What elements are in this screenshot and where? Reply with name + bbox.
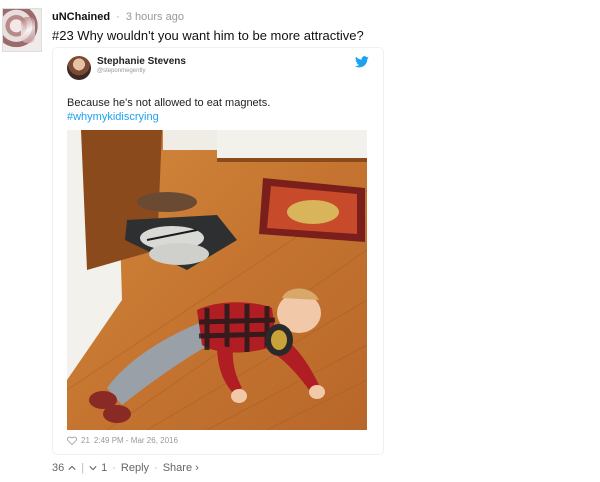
avatar[interactable]	[2, 8, 42, 52]
tweet-author-handle[interactable]: @steponmegently	[97, 68, 145, 74]
comment-header: uNChained · 3 hours ago	[52, 10, 184, 24]
tweet-author-avatar[interactable]	[67, 56, 91, 80]
tweet-author-name[interactable]: Stephanie Stevens	[97, 56, 186, 67]
tweet-hashtag-link[interactable]: #whymykidiscrying	[67, 110, 159, 125]
upvote-count: 36	[52, 462, 65, 474]
toddler-on-floor-image	[67, 130, 367, 430]
tweet-like-count: 21	[81, 436, 90, 445]
comment: uNChained · 3 hours ago #23 Why wouldn't…	[0, 0, 600, 482]
tweet-text: Because he's not allowed to eat magnets.	[67, 97, 271, 109]
tweet-footer: 21 2:49 PM - Mar 26, 2016	[67, 436, 178, 445]
comment-text: #23 Why wouldn't you want him to be more…	[52, 28, 364, 43]
vote-divider: |	[81, 462, 85, 474]
tweet-timestamp[interactable]: 2:49 PM - Mar 26, 2016	[94, 436, 178, 445]
embedded-tweet[interactable]: Stephanie Stevens @steponmegently Becaus…	[53, 48, 383, 454]
meta-separator: ·	[116, 11, 120, 23]
chevron-up-icon[interactable]	[68, 465, 76, 471]
downvote-count: 1	[101, 462, 108, 474]
heart-icon[interactable]	[67, 436, 77, 445]
action-separator: ·	[154, 462, 158, 474]
chevron-down-icon[interactable]	[89, 465, 97, 471]
reply-button[interactable]: Reply	[121, 462, 149, 474]
comment-actions: 36 | 1 · Reply · Share ›	[52, 462, 199, 474]
tweet-photo[interactable]	[67, 130, 367, 430]
share-button[interactable]: Share ›	[163, 462, 199, 474]
twitter-bird-icon[interactable]	[355, 56, 369, 68]
username[interactable]: uNChained	[52, 11, 110, 23]
timestamp[interactable]: 3 hours ago	[126, 11, 184, 23]
action-separator: ·	[112, 462, 116, 474]
